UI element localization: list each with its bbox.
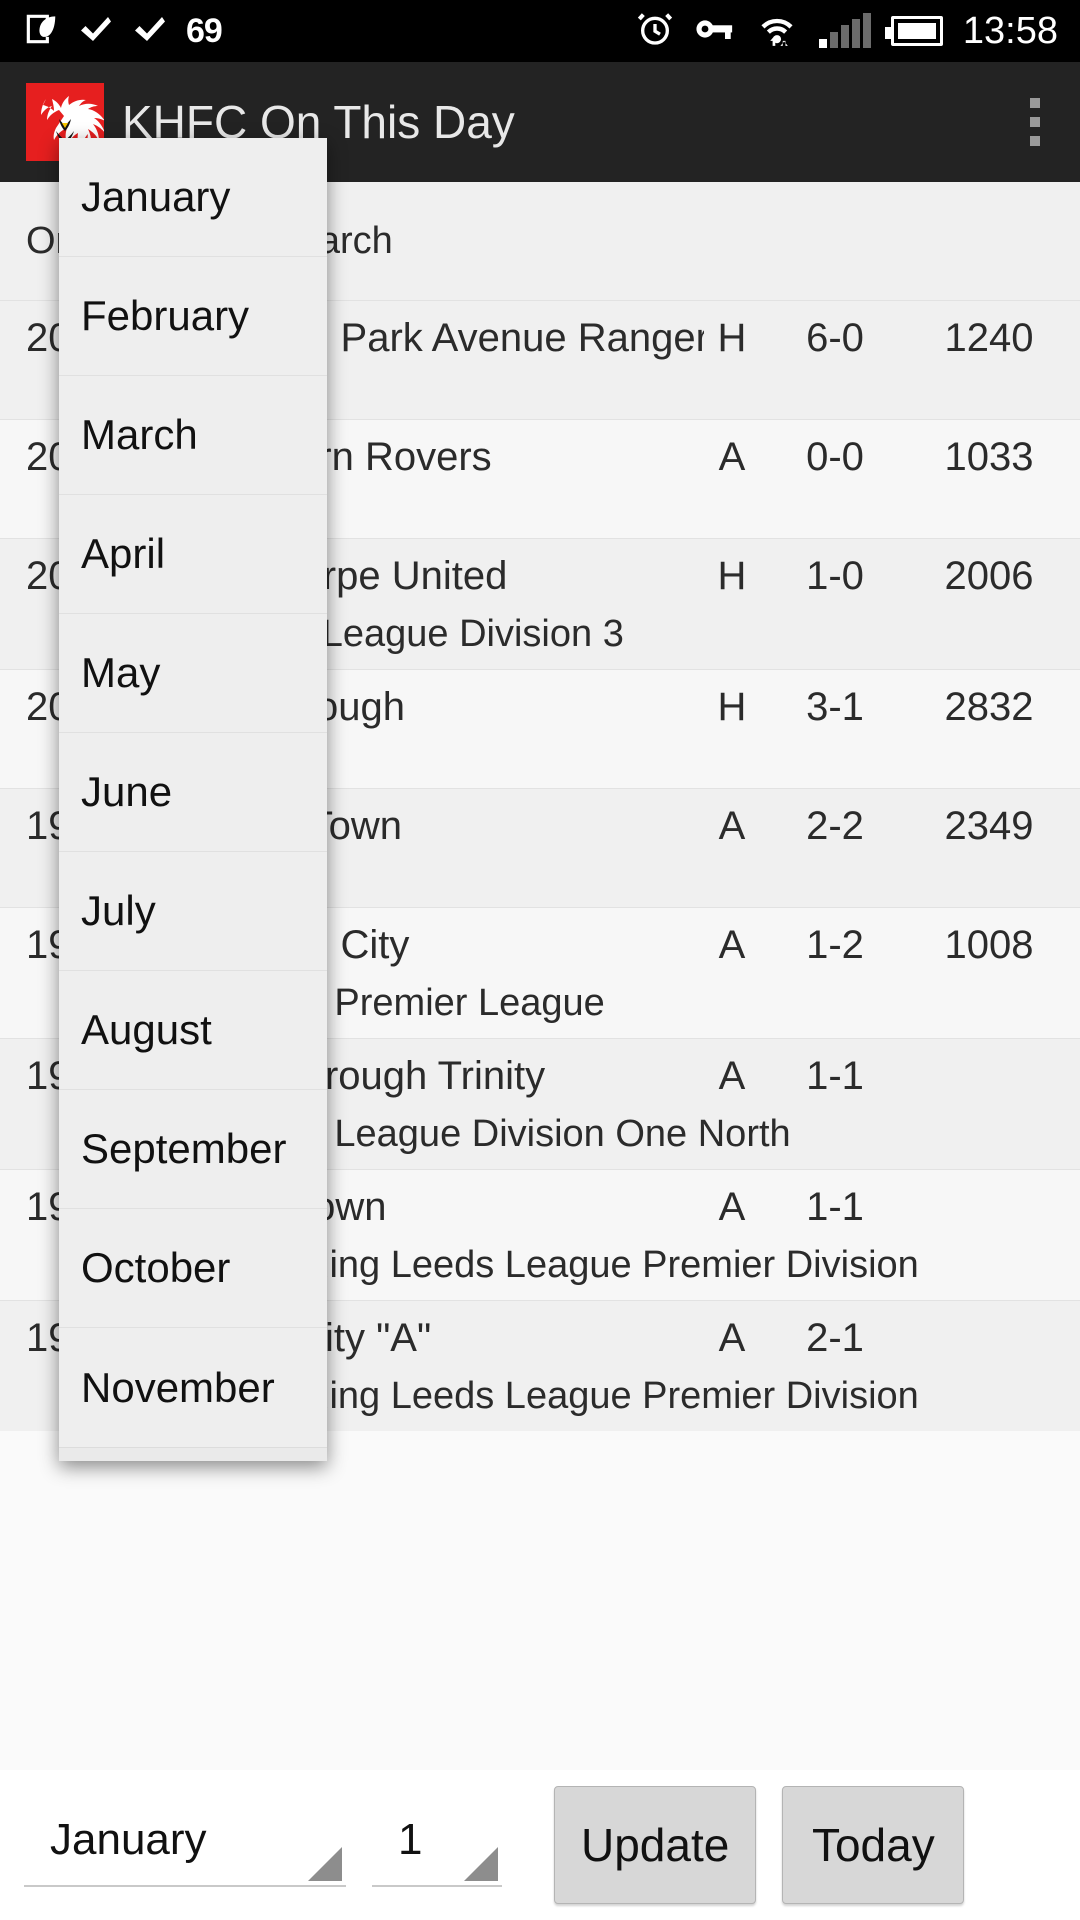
row-attendance: 1240	[944, 315, 1034, 360]
dropdown-item-may[interactable]: May	[59, 614, 327, 733]
status-bar-clock: 13:58	[962, 9, 1058, 52]
row-venue: A	[718, 1184, 746, 1229]
chevron-down-icon	[464, 1847, 498, 1881]
row-venue: H	[717, 553, 747, 598]
month-spinner-value: January	[50, 1815, 207, 1864]
row-venue: A	[718, 922, 746, 967]
row-venue: H	[717, 684, 747, 729]
row-attendance: 1008	[944, 922, 1034, 967]
month-spinner[interactable]: January	[24, 1803, 346, 1887]
dropdown-item-august[interactable]: August	[59, 971, 327, 1090]
row-score: 6-0	[806, 315, 864, 360]
row-score: 1-2	[806, 922, 864, 967]
day-spinner[interactable]: 1	[372, 1803, 502, 1887]
dropdown-item-april[interactable]: April	[59, 495, 327, 614]
row-score: 1-0	[806, 553, 864, 598]
day-spinner-value: 1	[398, 1815, 423, 1864]
notification-count: 69	[186, 11, 223, 50]
status-bar: 69 13:58	[0, 0, 1080, 62]
overflow-menu-icon[interactable]	[1030, 98, 1040, 146]
row-score: 3-1	[806, 684, 864, 729]
status-bar-left-icons: 69	[0, 10, 223, 53]
row-score: 0-0	[806, 434, 864, 479]
dropdown-item-november[interactable]: November	[59, 1328, 327, 1447]
note-icon	[22, 10, 60, 53]
wifi-icon	[755, 10, 799, 53]
dropdown-item-october[interactable]: October	[59, 1209, 327, 1328]
check-icon	[78, 11, 114, 52]
status-bar-right-icons: 13:58	[635, 9, 1080, 54]
row-score: 1-1	[806, 1053, 864, 1098]
battery-icon	[884, 16, 943, 46]
today-button[interactable]: Today	[782, 1786, 965, 1904]
dropdown-item-february[interactable]: February	[59, 257, 327, 376]
row-attendance: 2006	[944, 553, 1034, 598]
dropdown-item-june[interactable]: June	[59, 733, 327, 852]
row-venue: A	[718, 803, 746, 848]
dropdown-item-july[interactable]: July	[59, 852, 327, 971]
row-score: 2-1	[806, 1315, 864, 1360]
row-venue: A	[718, 1053, 746, 1098]
chevron-down-icon	[308, 1847, 342, 1881]
row-score: 1-1	[806, 1184, 864, 1229]
month-dropdown-menu[interactable]: January February March April May June July Augu…	[59, 138, 327, 1461]
row-attendance: 2349	[944, 803, 1034, 848]
dropdown-item-march[interactable]: March	[59, 376, 327, 495]
dropdown-scroll-footer	[59, 1447, 327, 1461]
row-venue: A	[718, 1315, 746, 1360]
dropdown-item-september[interactable]: September	[59, 1090, 327, 1209]
check-icon	[132, 11, 168, 52]
update-button[interactable]: Update	[554, 1786, 757, 1904]
row-venue: A	[718, 434, 746, 479]
row-score: 2-2	[806, 803, 864, 848]
row-venue: H	[717, 315, 747, 360]
row-attendance: 2832	[944, 684, 1034, 729]
row-attendance: 1033	[944, 434, 1034, 479]
dropdown-item-january[interactable]: January	[59, 138, 327, 257]
key-icon	[695, 12, 735, 51]
alarm-icon	[635, 9, 675, 54]
signal-icon	[818, 13, 871, 48]
date-picker-bar: January 1 Update Today	[0, 1770, 1080, 1920]
